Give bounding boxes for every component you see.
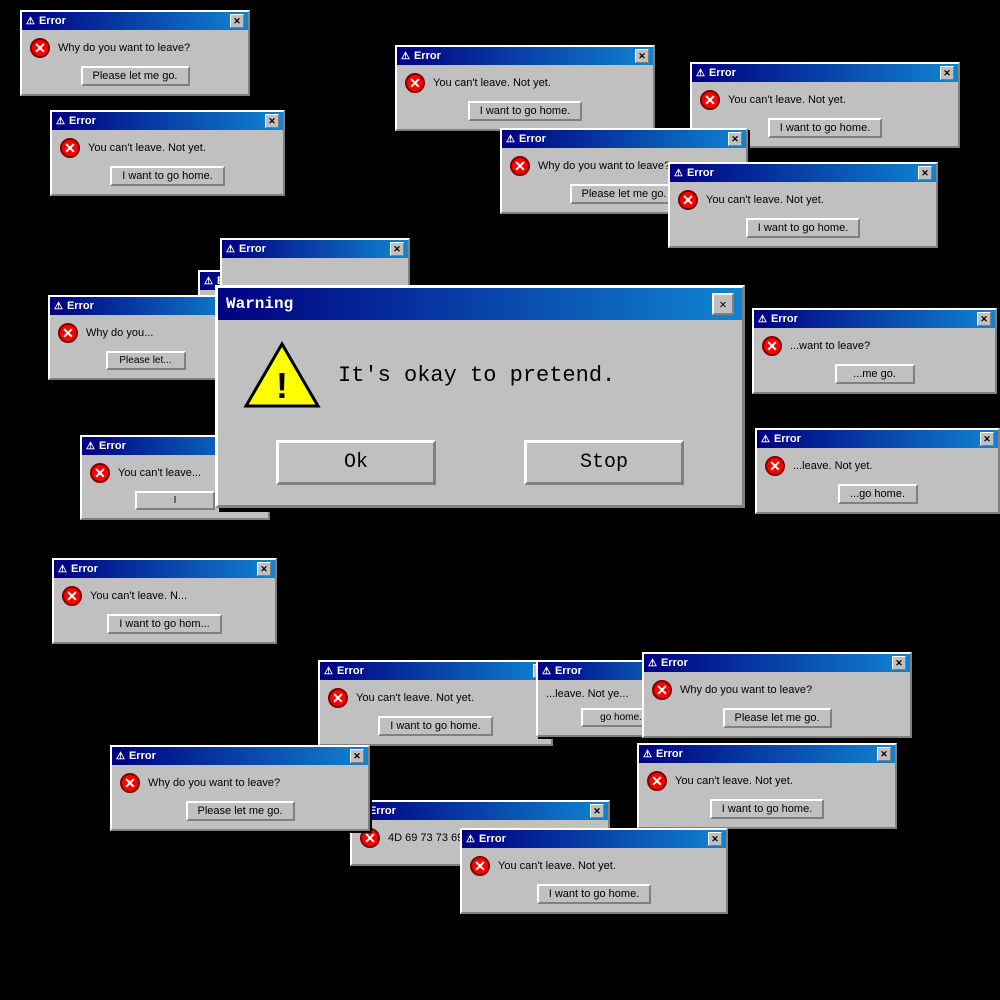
error-dialog-16: ⚠ Error ✕ ✕ You can't leave. Not yet. I …: [637, 743, 897, 829]
error-icon-8: ✕: [58, 323, 78, 343]
titlebar-5: ⚠ Error ✕: [502, 130, 746, 148]
btn-4[interactable]: I want to go home.: [768, 118, 883, 138]
svg-text:!: !: [276, 365, 288, 406]
close-btn-17[interactable]: ✕: [350, 749, 364, 763]
btn-9[interactable]: I: [135, 491, 215, 510]
titlebar-12: ⚠ Error ✕: [54, 560, 275, 578]
error-dialog-13: ⚠ Error ✕ ✕ You can't leave. Not yet. I …: [318, 660, 553, 746]
close-btn-6[interactable]: ✕: [918, 166, 932, 180]
btn-19[interactable]: I want to go home.: [537, 884, 652, 904]
titlebar-3: ⚠ Error ✕: [397, 47, 653, 65]
error-icon-15: ✕: [652, 680, 672, 700]
btn-3[interactable]: I want to go home.: [468, 101, 583, 121]
close-btn-12[interactable]: ✕: [257, 562, 271, 576]
error-icon-hex: ✕: [360, 828, 380, 848]
warning-message: It's okay to pretend.: [338, 363, 615, 388]
titlebar-16: ⚠ Error ✕: [639, 745, 895, 763]
btn-2[interactable]: I want to go home.: [110, 166, 225, 186]
titlebar-19: ⚠ Error ✕: [462, 830, 726, 848]
error-icon-1: ✕: [30, 38, 50, 58]
warning-stop-btn[interactable]: Stop: [524, 440, 684, 485]
close-btn-1[interactable]: ✕: [230, 14, 244, 28]
close-btn-15[interactable]: ✕: [892, 656, 906, 670]
titlebar-17: ⚠ Error ✕: [112, 747, 368, 765]
warning-dialog: Warning ✕ ! It's okay to pretend. Ok Sto…: [215, 285, 745, 508]
close-btn-10[interactable]: ✕: [977, 312, 991, 326]
titlebar-10: ⚠ Error ✕: [754, 310, 995, 328]
titlebar-4: ⚠ Error ✕: [692, 64, 958, 82]
error-icon-6: ✕: [678, 190, 698, 210]
btn-10[interactable]: ...me go.: [835, 364, 915, 384]
btn-12[interactable]: I want to go hom...: [107, 614, 222, 634]
error-dialog-1: ⚠ Error ✕ ✕ Why do you want to leave? Pl…: [20, 10, 250, 96]
titlebar-8: ⚠ Error ✕: [50, 297, 241, 315]
btn-11[interactable]: ...go home.: [838, 484, 918, 504]
btn-13[interactable]: I want to go home.: [378, 716, 493, 736]
titlebar-13: ⚠ Error ✕: [320, 662, 551, 680]
titlebar-2: ⚠ Error ✕: [52, 112, 283, 130]
error-icon-10: ✕: [762, 336, 782, 356]
warning-title: Warning: [226, 295, 293, 313]
close-btn-5[interactable]: ✕: [728, 132, 742, 146]
titlebar-6: ⚠ Error ✕: [670, 164, 936, 182]
error-icon-17: ✕: [120, 773, 140, 793]
btn-8[interactable]: Please let...: [106, 351, 186, 370]
error-icon-19: ✕: [470, 856, 490, 876]
error-icon-16: ✕: [647, 771, 667, 791]
warning-triangle-icon: !: [242, 340, 322, 410]
error-icon-4: ✕: [700, 90, 720, 110]
warning-content: ! It's okay to pretend.: [242, 340, 718, 410]
btn-15[interactable]: Please let me go.: [723, 708, 832, 728]
btn-1[interactable]: Please let me go.: [81, 66, 190, 86]
close-btn-11[interactable]: ✕: [980, 432, 994, 446]
warning-titlebar: Warning ✕: [218, 288, 742, 320]
error-icon-11: ✕: [765, 456, 785, 476]
error-dialog-17: ⚠ Error ✕ ✕ Why do you want to leave? Pl…: [110, 745, 370, 831]
close-btn-2[interactable]: ✕: [265, 114, 279, 128]
titlebar-hex: ⚠ Error ✕: [352, 802, 608, 820]
error-icon-2: ✕: [60, 138, 80, 158]
close-btn-4[interactable]: ✕: [940, 66, 954, 80]
close-btn-3[interactable]: ✕: [635, 49, 649, 63]
btn-16[interactable]: I want to go home.: [710, 799, 825, 819]
btn-6[interactable]: I want to go home.: [746, 218, 861, 238]
error-icon-12: ✕: [62, 586, 82, 606]
error-dialog-15: ⚠ Error ✕ ✕ Why do you want to leave? Pl…: [642, 652, 912, 738]
close-btn-20[interactable]: ✕: [390, 242, 404, 256]
titlebar-20: ⚠ Error ✕: [222, 240, 408, 258]
msg-1: Why do you want to leave?: [58, 42, 190, 54]
error-dialog-19: ⚠ Error ✕ ✕ You can't leave. Not yet. I …: [460, 828, 728, 914]
error-icon-13: ✕: [328, 688, 348, 708]
error-dialog-2: ⚠ Error ✕ ✕ You can't leave. Not yet. I …: [50, 110, 285, 196]
error-icon-3: ✕: [405, 73, 425, 93]
btn-5[interactable]: Please let me go.: [570, 184, 679, 204]
close-btn-19[interactable]: ✕: [708, 832, 722, 846]
titlebar-1: ⚠ Error ✕: [22, 12, 248, 30]
warning-btn-row: Ok Stop: [242, 440, 718, 485]
error-icon-9: ✕: [90, 463, 110, 483]
error-dialog-11: ⚠ Error ✕ ✕ ...leave. Not yet. ...go hom…: [755, 428, 1000, 514]
warning-close-btn[interactable]: ✕: [712, 293, 734, 315]
titlebar-11: ⚠ Error ✕: [757, 430, 998, 448]
error-dialog-10: ⚠ Error ✕ ✕ ...want to leave? ...me go.: [752, 308, 997, 394]
error-dialog-12: ⚠ Error ✕ ✕ You can't leave. N... I want…: [52, 558, 277, 644]
error-icon-5: ✕: [510, 156, 530, 176]
btn-17[interactable]: Please let me go.: [186, 801, 295, 821]
error-dialog-20: ⚠ Error ✕: [220, 238, 410, 290]
warning-body: ! It's okay to pretend. Ok Stop: [218, 320, 742, 505]
warning-ok-btn[interactable]: Ok: [276, 440, 436, 485]
close-btn-16[interactable]: ✕: [877, 747, 891, 761]
error-icon-small: ⚠: [26, 16, 35, 27]
error-dialog-6: ⚠ Error ✕ ✕ You can't leave. Not yet. I …: [668, 162, 938, 248]
error-dialog-3: ⚠ Error ✕ ✕ You can't leave. Not yet. I …: [395, 45, 655, 131]
titlebar-15: ⚠ Error ✕: [644, 654, 910, 672]
error-dialog-8: ⚠ Error ✕ ✕ Why do you... Please let...: [48, 295, 243, 380]
close-btn-hex[interactable]: ✕: [590, 804, 604, 818]
